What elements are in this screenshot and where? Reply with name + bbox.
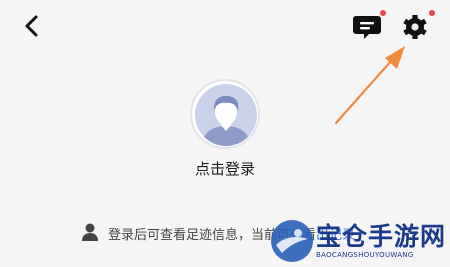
default-user-avatar [195,84,257,146]
avatar[interactable] [190,79,260,149]
settings-button[interactable] [397,10,437,44]
top-bar [0,0,450,56]
messages-button[interactable] [352,10,388,44]
settings-badge [429,10,435,16]
login-link[interactable]: 点击登录 [175,158,275,179]
message-badge [380,10,386,16]
person-icon [82,223,98,241]
watermark-logo [271,220,313,262]
watermark: 宝仓手游网 BAOCANGSHOUYOUWANG [268,215,450,267]
chevron-left-icon [25,15,38,37]
watermark-title: 宝仓手游网 [316,222,447,251]
watermark-subtitle: BAOCANGSHOUYOUWANG [316,251,414,259]
back-button[interactable] [20,12,46,40]
